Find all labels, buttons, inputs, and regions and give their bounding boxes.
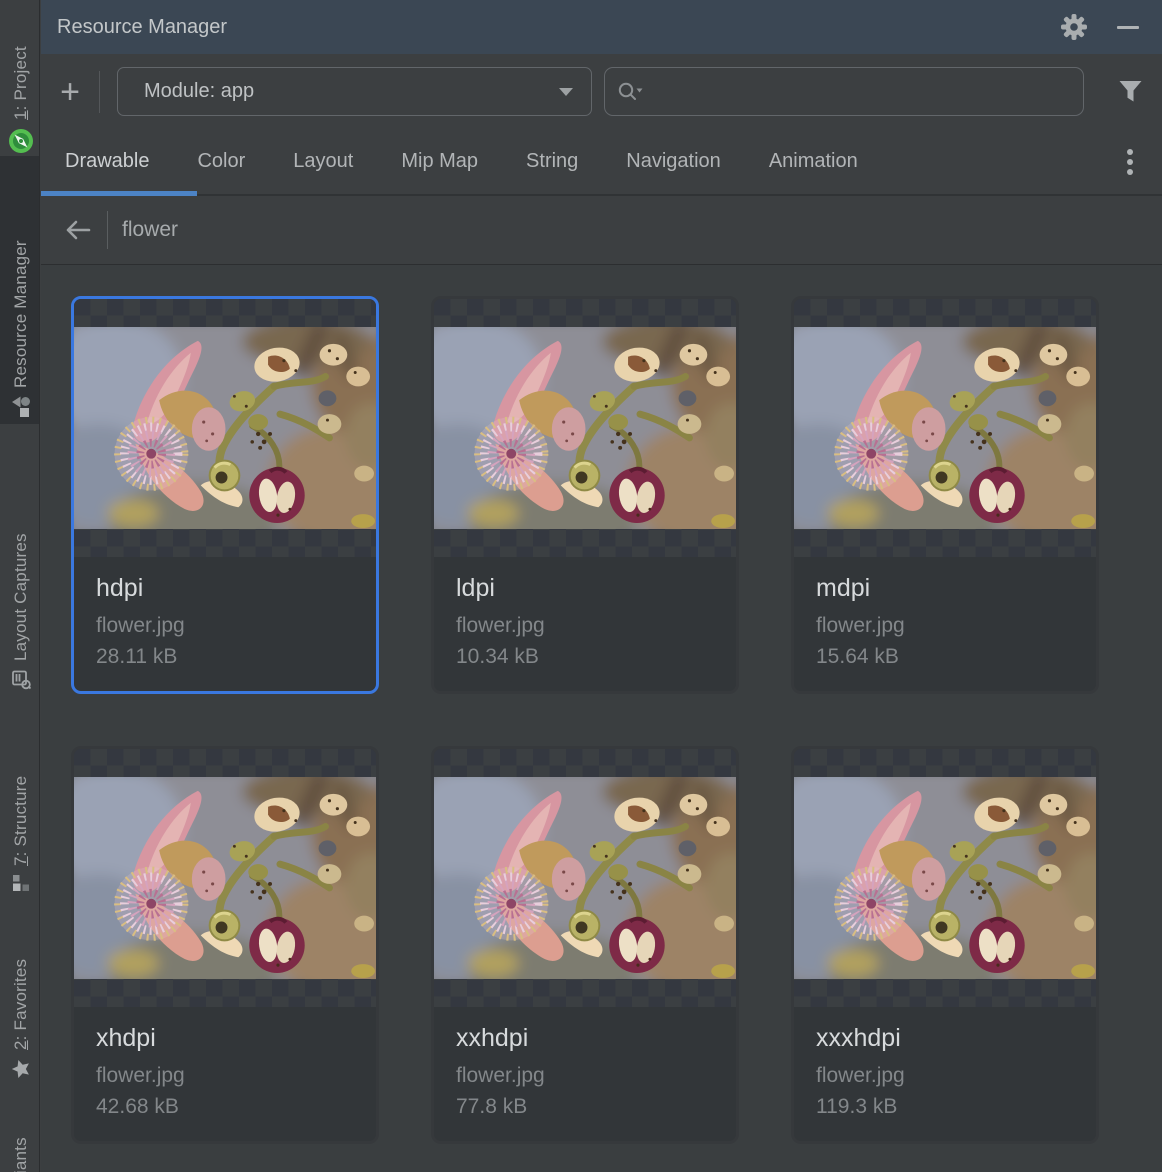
resource-density-label: xxxhdpi [816,1024,1074,1053]
sidebar-item-label: 7: Structure [11,776,31,866]
module-selector-value: Module: app [144,80,559,103]
toolbar-divider [99,71,100,113]
resource-manager-icon [12,396,30,418]
tab-layout[interactable]: Layout [293,146,353,177]
breadcrumb-current: flower [122,218,178,242]
resource-thumbnail [434,749,736,1007]
sidebar-item-layout-captures[interactable]: Layout Captures [0,438,40,690]
resource-density-label: xxhdpi [456,1024,714,1053]
tab-mip-map[interactable]: Mip Map [401,146,478,177]
resource-file-size: 77.8 kB [456,1095,714,1119]
sidebar-item-favorites[interactable]: 2: Favorites [0,918,40,1080]
resource-card-xxhdpi[interactable]: xxhdpi flower.jpg 77.8 kB [431,746,739,1144]
sidebar-item-label: riants [11,1137,31,1172]
resource-density-label: xhdpi [96,1024,354,1053]
layout-captures-icon [11,669,32,690]
module-selector[interactable]: Module: app [117,67,592,116]
resource-thumbnail [74,299,376,557]
chevron-down-icon [559,88,573,96]
back-arrow-icon[interactable] [63,218,91,242]
breadcrumb: flower [41,196,1162,265]
resource-manager-panel: Resource Manager + Module: app [41,0,1162,1172]
resource-density-label: ldpi [456,574,714,603]
resource-card-hdpi[interactable]: hdpi flower.jpg 28.11 kB [71,296,379,694]
sidebar-item-label: 2: Favorites [11,959,31,1050]
resource-file-name: flower.jpg [96,614,354,638]
flower-image [74,327,376,529]
panel-title: Resource Manager [57,16,1056,39]
sidebar-item-build-variants[interactable]: riants [0,1100,40,1172]
resource-file-size: 42.68 kB [96,1095,354,1119]
resource-card-mdpi[interactable]: mdpi flower.jpg 15.64 kB [791,296,1099,694]
flower-image [434,777,736,979]
filter-funnel-icon[interactable] [1112,74,1148,110]
flower-image [74,777,376,979]
sidebar-item-project[interactable]: 1: Project [0,4,40,154]
resource-thumbnail [74,749,376,1007]
resource-thumbnail [434,299,736,557]
favorites-star-icon [10,1058,32,1080]
search-icon [617,81,644,103]
selected-tab-indicator [41,191,197,196]
resource-file-size: 15.64 kB [816,645,1074,669]
tab-navigation[interactable]: Navigation [626,146,721,177]
resource-thumbnail [794,749,1096,1007]
breadcrumb-divider [107,211,108,249]
resource-card-xhdpi[interactable]: xhdpi flower.jpg 42.68 kB [71,746,379,1144]
resource-file-name: flower.jpg [456,614,714,638]
gear-icon[interactable] [1056,9,1092,45]
resource-card-ldpi[interactable]: ldpi flower.jpg 10.34 kB [431,296,739,694]
resource-type-tabs: Drawable Color Layout Mip Map String Nav… [41,129,1162,196]
sidebar-item-label: Resource Manager [11,240,31,388]
tab-string[interactable]: String [526,146,578,177]
search-box[interactable] [604,67,1084,116]
resource-card-xxxhdpi[interactable]: xxxhdpi flower.jpg 119.3 kB [791,746,1099,1144]
flower-image [794,327,1096,529]
add-resource-button[interactable]: + [41,75,99,109]
android-project-icon [8,128,34,154]
sidebar-item-label: Layout Captures [11,533,31,661]
overflow-menu-icon[interactable] [1112,144,1148,180]
panel-titlebar: Resource Manager [41,0,1162,54]
resource-density-label: hdpi [96,574,354,603]
resource-file-name: flower.jpg [96,1064,354,1088]
tab-animation[interactable]: Animation [769,146,858,177]
tab-color[interactable]: Color [197,146,245,177]
tab-drawable[interactable]: Drawable [65,146,149,177]
resource-density-label: mdpi [816,574,1074,603]
resource-thumbnail [794,299,1096,557]
minimize-icon[interactable] [1110,9,1146,45]
resource-file-name: flower.jpg [456,1064,714,1088]
resource-file-size: 28.11 kB [96,645,354,669]
structure-icon [12,874,30,892]
resource-file-name: flower.jpg [816,614,1074,638]
resource-file-size: 10.34 kB [456,645,714,669]
sidebar-item-resource-manager[interactable]: Resource Manager [0,156,40,424]
sidebar-item-label: 1: Project [11,46,31,120]
resource-file-size: 119.3 kB [816,1095,1074,1119]
resource-toolbar: + Module: app [41,54,1162,129]
resource-grid-area: hdpi flower.jpg 28.11 kB ldpi flower.jpg… [41,265,1162,1172]
sidebar-item-structure[interactable]: 7: Structure [0,714,40,892]
flower-image [434,327,736,529]
tool-window-stripe: 1: Project Resource Manager [0,0,40,1172]
search-input[interactable] [644,81,1071,103]
resource-file-name: flower.jpg [816,1064,1074,1088]
flower-image [794,777,1096,979]
